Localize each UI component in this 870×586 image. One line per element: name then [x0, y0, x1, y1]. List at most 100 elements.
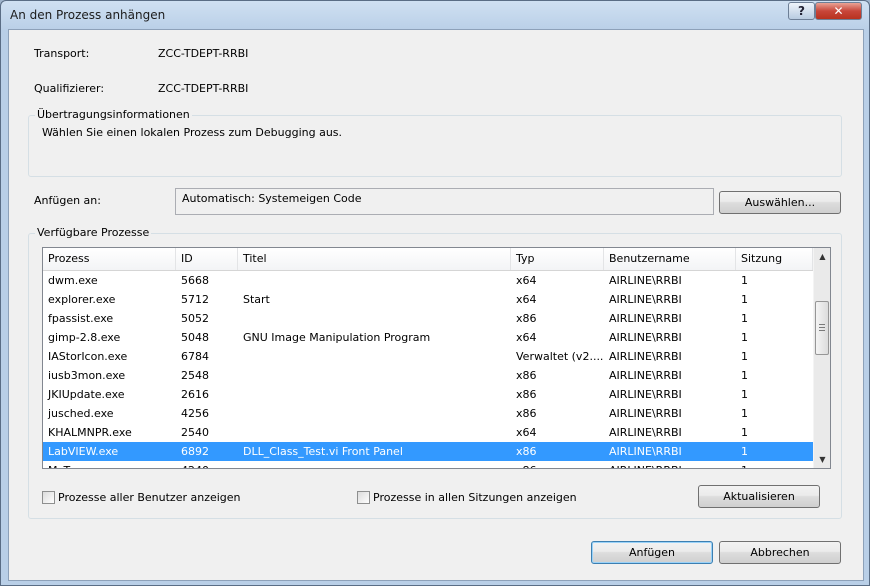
process-row[interactable]: dwm.exe 5668 x64 AIRLINE\RRBI 1 — [43, 271, 813, 290]
process-row[interactable]: IAStorIcon.exe 6784 Verwaltet (v2.... AIRLI… — [43, 347, 813, 366]
show-all-users-label[interactable]: Prozesse aller Benutzer anzeigen — [58, 491, 241, 504]
cell-username: AIRLINE\RRBI — [609, 426, 682, 439]
column-header-title[interactable]: Titel — [238, 248, 511, 270]
cell-type: x86 — [516, 407, 537, 420]
cell-type: x64 — [516, 293, 537, 306]
cell-id: 6784 — [181, 350, 209, 363]
scroll-down-icon[interactable]: ▼ — [814, 451, 830, 468]
cell-id: 5048 — [181, 331, 209, 344]
cell-title — [238, 385, 511, 404]
qualifier-label: Qualifizierer: — [34, 82, 105, 95]
process-row[interactable]: jusched.exe 4256 x86 AIRLINE\RRBI 1 — [43, 404, 813, 423]
cell-title: Start — [243, 293, 270, 306]
attach-button[interactable]: Anfügen — [591, 541, 713, 564]
column-header-session[interactable]: Sitzung — [736, 248, 813, 270]
transfer-info-text: Wählen Sie einen lokalen Prozess zum Deb… — [42, 126, 343, 139]
qualifier-value: ZCC-TDEPT-RRBI — [158, 82, 249, 95]
cell-type: x86 — [516, 312, 537, 325]
cell-session: 1 — [741, 388, 748, 401]
process-row[interactable]: fpassist.exe 5052 x86 AIRLINE\RRBI 1 — [43, 309, 813, 328]
cell-process: iusb3mon.exe — [48, 369, 126, 382]
cell-id: 5712 — [181, 293, 209, 306]
vertical-scrollbar[interactable]: ▲ ▼ — [813, 248, 830, 468]
cell-title — [238, 271, 511, 290]
attach-to-field: Automatisch: Systemeigen Code — [175, 188, 714, 215]
cell-title — [238, 309, 511, 328]
cell-id: 6892 — [181, 445, 209, 458]
cell-session: 1 — [741, 312, 748, 325]
cell-id: 4240 — [176, 461, 238, 468]
cell-title — [238, 366, 511, 385]
column-header-process[interactable]: Prozess — [43, 248, 176, 270]
select-code-type-button[interactable]: Auswählen... — [719, 191, 841, 214]
cell-username: AIRLINE\RRBI — [609, 445, 682, 458]
cell-session: 1 — [741, 331, 748, 344]
help-button[interactable]: ? — [788, 2, 815, 20]
cell-session: 1 — [741, 274, 748, 287]
column-header-username[interactable]: Benutzername — [604, 248, 736, 270]
cell-title: GNU Image Manipulation Program — [243, 331, 431, 344]
cell-process: gimp-2.8.exe — [48, 331, 121, 344]
cell-process: JKIUpdate.exe — [48, 388, 125, 401]
cell-id: 4256 — [181, 407, 209, 420]
processes-group-title: Verfügbare Prozesse — [35, 226, 152, 239]
cell-username: AIRLINE\RRBI — [609, 407, 682, 420]
cell-type: x64 — [516, 426, 537, 439]
process-list[interactable]: Prozess ID Titel Typ Benutzername Sitzun… — [42, 247, 831, 469]
transfer-info-title: Übertragungsinformationen — [35, 108, 192, 121]
cell-username: AIRLINE\RRBI — [604, 461, 736, 468]
process-list-header: Prozess ID Titel Typ Benutzername Sitzun… — [43, 248, 813, 271]
dialog-content: Transport: ZCC-TDEPT-RRBI Qualifizierer:… — [8, 29, 864, 581]
cell-type: x86 — [516, 445, 537, 458]
show-all-sessions-label[interactable]: Prozesse in allen Sitzungen anzeigen — [373, 491, 577, 504]
cell-type: Verwaltet (v2.... — [516, 350, 604, 363]
cell-type: x86 — [516, 388, 537, 401]
cell-title: DLL_Class_Test.vi Front Panel — [243, 445, 403, 458]
cell-username: AIRLINE\RRBI — [609, 312, 682, 325]
close-button[interactable]: ✕ — [815, 2, 862, 20]
dialog-window: An den Prozess anhängen ? ✕ Transport: Z… — [0, 0, 870, 586]
cell-type: x64 — [516, 331, 537, 344]
cell-process: explorer.exe — [48, 293, 116, 306]
process-row[interactable]: iusb3mon.exe 2548 x86 AIRLINE\RRBI 1 — [43, 366, 813, 385]
process-row[interactable]: LabVIEW.exe 6892 DLL_Class_Test.vi Front P… — [43, 442, 813, 461]
cancel-button[interactable]: Abbrechen — [719, 541, 841, 564]
title-bar[interactable]: An den Prozess anhängen ? ✕ — [1, 1, 869, 29]
cell-process: KHALMNPR.exe — [48, 426, 132, 439]
cell-username: AIRLINE\RRBI — [609, 293, 682, 306]
attach-to-label: Anfügen an: — [34, 194, 101, 207]
show-all-users-checkbox[interactable] — [42, 491, 55, 504]
cell-session: 1 — [741, 293, 748, 306]
show-all-sessions-checkbox[interactable] — [357, 491, 370, 504]
refresh-button[interactable]: Aktualisieren — [698, 485, 820, 508]
cell-username: AIRLINE\RRBI — [609, 274, 682, 287]
cell-id: 2540 — [181, 426, 209, 439]
cell-type: x86 — [516, 369, 537, 382]
cell-session: 1 — [741, 350, 748, 363]
attach-to-value: Automatisch: Systemeigen Code — [182, 192, 362, 205]
process-row[interactable]: gimp-2.8.exe 5048 GNU Image Manipulation P… — [43, 328, 813, 347]
process-row[interactable]: McTray.exe4240 x86AIRLINE\RRBI1 — [43, 461, 813, 468]
cell-process: LabVIEW.exe — [48, 445, 119, 458]
scroll-thumb[interactable] — [815, 301, 829, 355]
cell-session: 1 — [741, 445, 748, 458]
process-row[interactable]: explorer.exe 5712 Start x64 AIRLINE\RRBI 1 — [43, 290, 813, 309]
cell-id: 5668 — [181, 274, 209, 287]
cell-session: 1 — [736, 461, 813, 468]
cell-session: 1 — [741, 407, 748, 420]
transport-value: ZCC-TDEPT-RRBI — [158, 47, 249, 60]
column-header-id[interactable]: ID — [176, 248, 238, 270]
cell-username: AIRLINE\RRBI — [609, 331, 682, 344]
scroll-up-icon[interactable]: ▲ — [814, 248, 830, 265]
cell-process: jusched.exe — [48, 407, 114, 420]
transfer-info-group: Übertragungsinformationen Wählen Sie ein… — [28, 108, 842, 177]
process-row[interactable]: KHALMNPR.exe 2540 x64 AIRLINE\RRBI 1 — [43, 423, 813, 442]
cell-process: dwm.exe — [48, 274, 98, 287]
cell-process: McTray.exe — [43, 461, 176, 468]
process-row[interactable]: JKIUpdate.exe 2616 x86 AIRLINE\RRBI 1 — [43, 385, 813, 404]
window-title: An den Prozess anhängen — [10, 8, 166, 22]
cell-process: IAStorIcon.exe — [48, 350, 128, 363]
cell-id: 2548 — [181, 369, 209, 382]
column-header-type[interactable]: Typ — [511, 248, 604, 270]
cell-session: 1 — [741, 426, 748, 439]
